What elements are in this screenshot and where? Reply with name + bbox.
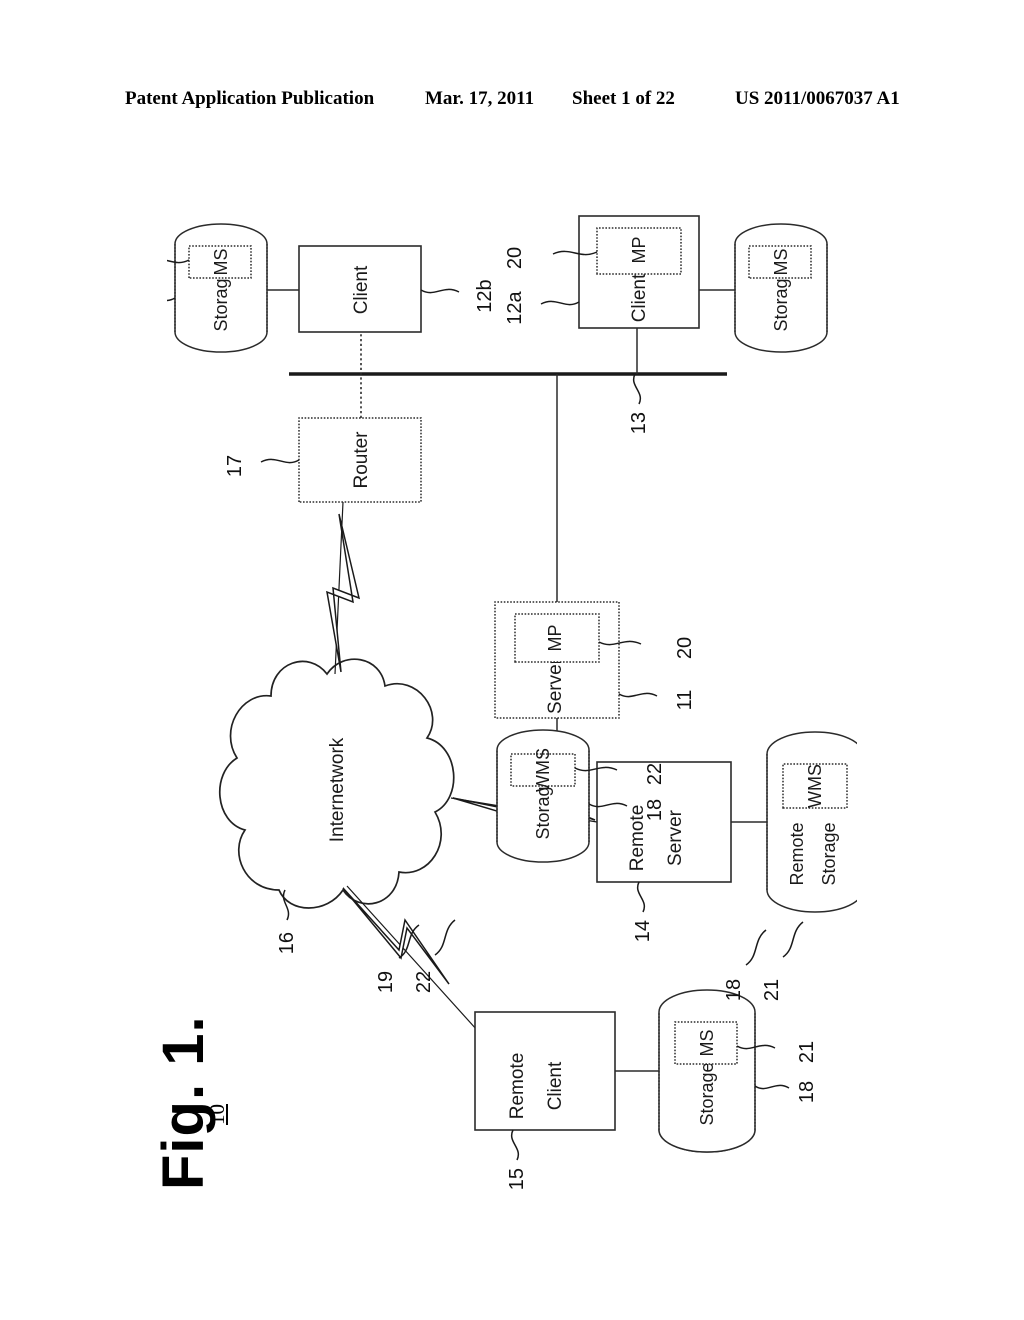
client-b-ms-label: MS	[211, 249, 231, 276]
svg-text:12b: 12b	[474, 279, 496, 312]
remote-storage-label-1: Remote	[787, 822, 807, 885]
client-a-mp-label: MP	[629, 237, 649, 264]
client-a-storage[interactable]: Storage MS	[699, 223, 828, 353]
ref-13-network-bus: 13	[628, 373, 650, 434]
svg-text:21: 21	[796, 1041, 818, 1063]
ref-12b-client-b: 12b	[420, 279, 496, 313]
svg-text:18: 18	[644, 799, 666, 821]
ref-17-router: 17	[224, 455, 300, 477]
ref-18-remote-client-storage: 18	[754, 1081, 818, 1103]
publication-date: Mar. 17, 2011	[425, 88, 535, 109]
patent-number: US 2011/0067037 A1	[735, 88, 900, 109]
svg-text:22: 22	[644, 763, 666, 785]
ref-12a-client-a: 12a	[504, 290, 580, 325]
internetwork-label: Internetwork	[327, 737, 348, 842]
client-b-label: Client	[351, 265, 372, 314]
client-b-node[interactable]: Client	[298, 245, 422, 333]
svg-text:18: 18	[796, 1081, 818, 1103]
remote-storage[interactable]: Remote Storage WMS	[731, 731, 857, 913]
sheet-header: Patent Application Publication Mar. 17, …	[0, 88, 1024, 116]
router-label: Router	[351, 431, 372, 489]
remote-server-label-2: Server	[665, 809, 686, 866]
internetwork-cloud: Internetwork	[218, 658, 455, 909]
server-mp-label: MP	[545, 625, 565, 652]
server-node[interactable]: Server MP	[494, 601, 620, 719]
svg-text:17: 17	[224, 455, 246, 477]
server-storage-wms-label: WMS	[533, 748, 553, 792]
svg-text:20: 20	[674, 637, 696, 659]
svg-text:20: 20	[504, 247, 526, 269]
svg-text:11: 11	[674, 690, 696, 711]
svg-text:15: 15	[506, 1168, 528, 1190]
svg-text:13: 13	[628, 412, 650, 434]
remote-storage-wms-label: WMS	[805, 764, 825, 808]
publication-title: Patent Application Publication	[125, 88, 375, 109]
ref-11-server: 11	[618, 690, 696, 711]
remote-client-node[interactable]: Remote Client	[474, 1011, 616, 1131]
ref-15-remote-client: 15	[506, 1129, 528, 1190]
remote-client-ms-label: MS	[697, 1030, 717, 1057]
svg-text:14: 14	[632, 920, 654, 942]
ref-14-remote-server: 14	[632, 881, 654, 942]
svg-text:16: 16	[276, 932, 298, 954]
remote-client-storage-label: Storage	[697, 1062, 717, 1125]
router-node[interactable]: Router	[298, 417, 422, 503]
remote-storage-label-2: Storage	[819, 822, 839, 885]
wireless-link-router	[326, 501, 361, 675]
client-b-storage[interactable]: Storage MS	[174, 223, 299, 353]
remote-client-label-2: Client	[545, 1061, 566, 1110]
sheet-number: Sheet 1 of 22	[572, 88, 675, 109]
wireless-link-remote-client	[342, 885, 478, 1031]
patent-sheet: Patent Application Publication Mar. 17, …	[0, 0, 1024, 1320]
server-storage[interactable]: Storage WMS	[496, 718, 590, 863]
client-a-node[interactable]: Client MP	[578, 215, 700, 329]
remote-client-storage[interactable]: Storage MS	[615, 989, 756, 1153]
server-label: Server	[545, 657, 566, 714]
client-a-ms-label: MS	[771, 249, 791, 276]
svg-text:12a: 12a	[504, 290, 526, 324]
remote-client-label-1: Remote	[507, 1053, 528, 1120]
client-a-label: Client	[629, 273, 650, 322]
ref-18-client-b-storage: 18	[167, 296, 176, 302]
